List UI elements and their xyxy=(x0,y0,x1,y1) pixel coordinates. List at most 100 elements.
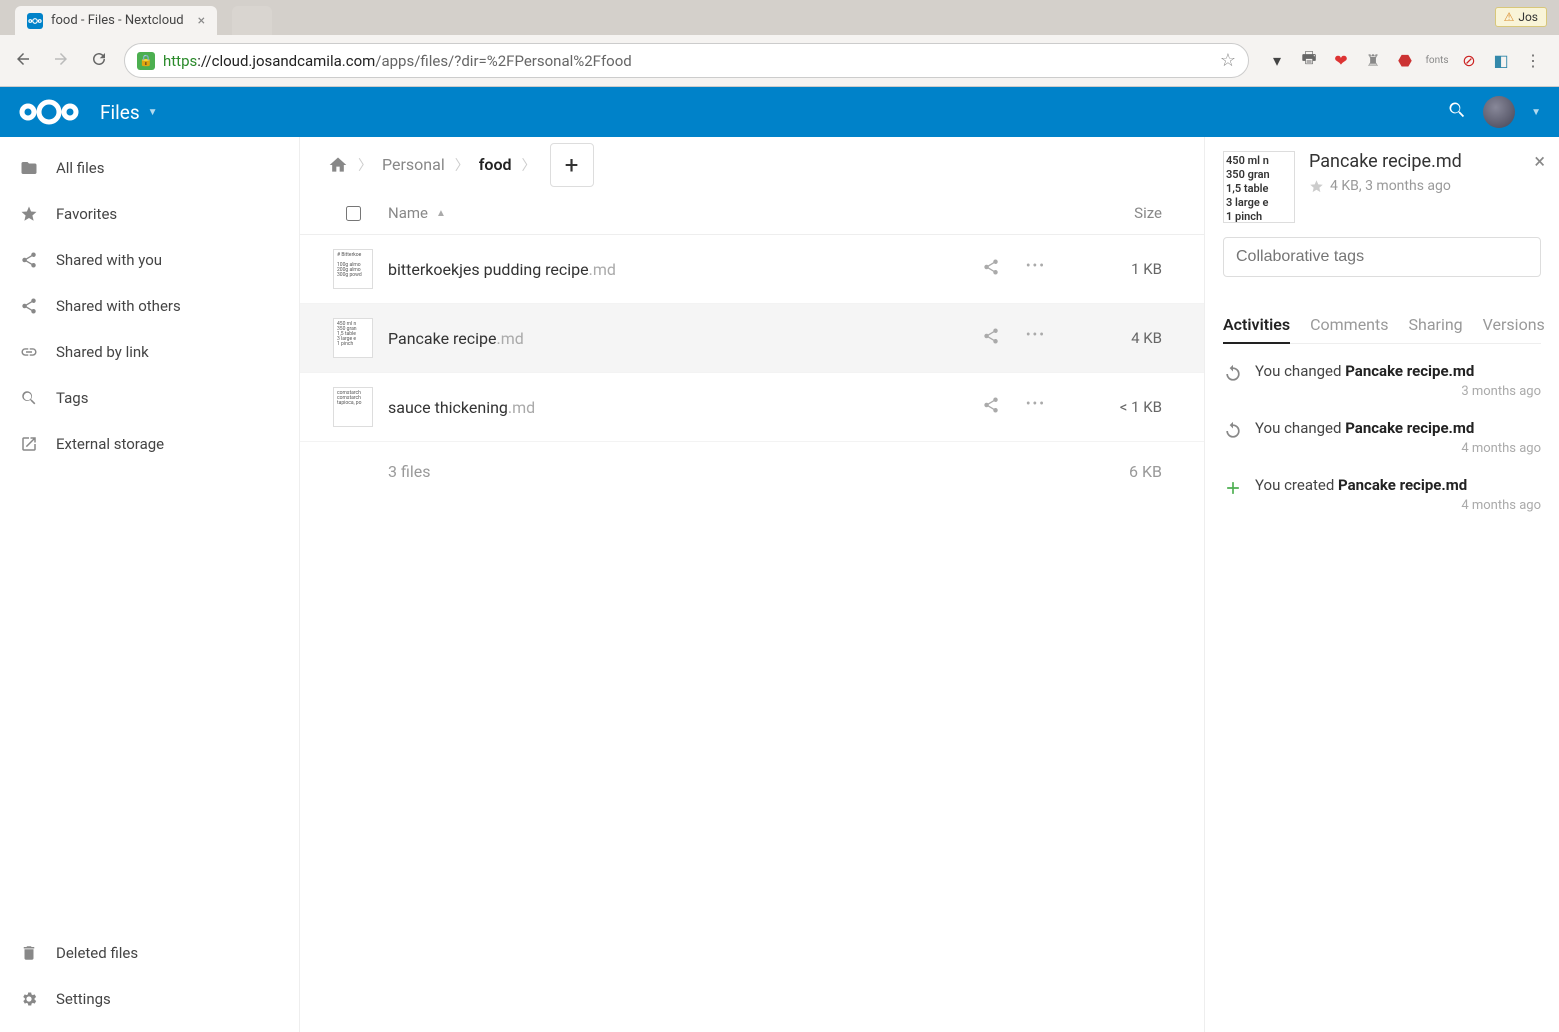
activity-item: You changed Pancake recipe.md3 months ag… xyxy=(1223,362,1541,399)
printer-extension-icon[interactable]: 🖶 xyxy=(1299,51,1319,71)
tab-close-icon[interactable]: × xyxy=(198,13,205,29)
details-sidebar: × 450 ml n 350 gran 1,5 table 3 large e … xyxy=(1204,137,1559,1032)
file-name: sauce thickening.md xyxy=(388,398,982,417)
nav-label: External storage xyxy=(56,435,164,453)
content-area: 〉 Personal 〉 food 〉 + Name ▲ Size # Bitt… xyxy=(300,137,1559,1032)
star-outline-icon[interactable] xyxy=(1309,179,1324,194)
nav-shared-by-link[interactable]: Shared by link xyxy=(0,329,299,375)
breadcrumb-separator-icon: 〉 xyxy=(358,155,372,175)
nav-deleted-files[interactable]: Deleted files xyxy=(0,930,299,976)
tags-input[interactable] xyxy=(1223,237,1541,277)
url-text: https://cloud.josandcamila.com/apps/file… xyxy=(163,52,1212,70)
nav-list: All files Favorites Shared with you Shar… xyxy=(0,137,299,930)
nextcloud-logo-icon[interactable] xyxy=(18,97,80,127)
summary-file-count: 3 files xyxy=(318,462,1066,481)
activity-text: You changed Pancake recipe.md xyxy=(1255,419,1541,437)
forward-button[interactable] xyxy=(48,46,74,76)
lock-icon: 🔒 xyxy=(137,52,155,70)
select-all-checkbox[interactable] xyxy=(318,206,388,221)
browser-tab[interactable]: food - Files - Nextcloud × xyxy=(15,6,217,35)
breadcrumbs: 〉 Personal 〉 food 〉 + xyxy=(300,137,1204,192)
chrome-menu-icon[interactable]: ⋮ xyxy=(1523,51,1543,71)
details-tabs: Activities Comments Sharing Versions xyxy=(1223,307,1541,344)
nav-tags[interactable]: Tags xyxy=(0,375,299,421)
column-size[interactable]: Size xyxy=(1066,204,1186,222)
warning-icon: ⚠ xyxy=(1504,10,1515,24)
file-list-summary: 3 files 6 KB xyxy=(300,442,1204,501)
nav-label: Shared with you xyxy=(56,251,162,269)
navigation-sidebar: All files Favorites Shared with you Shar… xyxy=(0,137,300,1032)
file-size: 1 KB xyxy=(1066,260,1186,278)
heart-extension-icon[interactable]: ❤ xyxy=(1331,51,1351,71)
trash-icon xyxy=(20,944,38,962)
new-tab-button[interactable] xyxy=(232,6,272,35)
nav-favorites[interactable]: Favorites xyxy=(0,191,299,237)
bookmark-star-icon[interactable]: ☆ xyxy=(1220,50,1236,71)
more-actions-icon[interactable]: ••• xyxy=(1026,258,1046,280)
address-bar[interactable]: 🔒 https://cloud.josandcamila.com/apps/fi… xyxy=(124,43,1249,78)
file-row[interactable]: 450 ml n 350 gran 1,5 table 3 large e 1 … xyxy=(300,304,1204,373)
nav-external-storage[interactable]: External storage xyxy=(0,421,299,467)
app-name-menu[interactable]: Files ▼ xyxy=(100,101,158,124)
nav-label: All files xyxy=(56,159,104,177)
tab-comments[interactable]: Comments xyxy=(1310,307,1388,343)
app-body: All files Favorites Shared with you Shar… xyxy=(0,137,1559,1032)
reload-button[interactable] xyxy=(86,46,112,76)
dropdown-triangle-icon: ▼ xyxy=(148,107,158,118)
user-avatar[interactable] xyxy=(1483,96,1515,128)
nav-shared-with-you[interactable]: Shared with you xyxy=(0,237,299,283)
file-thumbnail: # Bitterkoe 100g almo 200g almo 300g pow… xyxy=(318,249,388,289)
file-row[interactable]: cornstarch cornstarch tapioca, posauce t… xyxy=(300,373,1204,442)
tab-title: food - Files - Nextcloud xyxy=(51,13,184,28)
column-name[interactable]: Name ▲ xyxy=(388,204,1066,222)
pocket-extension-icon[interactable]: ▾ xyxy=(1267,51,1287,71)
search-icon xyxy=(20,389,38,407)
user-menu-triangle-icon[interactable]: ▼ xyxy=(1531,107,1541,118)
more-actions-icon[interactable]: ••• xyxy=(1026,327,1046,349)
nav-bottom: Deleted files Settings xyxy=(0,930,299,1032)
nav-label: Tags xyxy=(56,389,88,407)
nav-label: Settings xyxy=(56,990,111,1008)
ublock-extension-icon[interactable]: ⬣ xyxy=(1395,51,1415,71)
share-icon[interactable] xyxy=(982,396,1000,418)
share-icon[interactable] xyxy=(982,258,1000,280)
share-icon xyxy=(20,297,38,315)
details-meta: 4 KB, 3 months ago xyxy=(1309,178,1462,194)
breadcrumb-food[interactable]: food xyxy=(469,147,522,182)
add-new-button[interactable]: + xyxy=(550,143,594,187)
activity-time: 3 months ago xyxy=(1255,384,1541,399)
share-icon xyxy=(20,251,38,269)
profile-badge[interactable]: ⚠ Jos xyxy=(1495,7,1547,27)
browser-chrome: food - Files - Nextcloud × ⚠ Jos 🔒 https… xyxy=(0,0,1559,87)
file-size: < 1 KB xyxy=(1066,398,1186,416)
file-thumbnail: 450 ml n 350 gran 1,5 table 3 large e 1 … xyxy=(318,318,388,358)
blocker-extension-icon[interactable]: ⊘ xyxy=(1459,51,1479,71)
close-details-icon[interactable]: × xyxy=(1534,149,1545,173)
nav-settings[interactable]: Settings xyxy=(0,976,299,1022)
screenshot-extension-icon[interactable]: ◧ xyxy=(1491,51,1511,71)
back-button[interactable] xyxy=(10,46,36,76)
breadcrumb-home[interactable] xyxy=(318,147,358,183)
search-icon[interactable] xyxy=(1447,100,1467,125)
nav-shared-with-others[interactable]: Shared with others xyxy=(0,283,299,329)
gear-icon xyxy=(20,990,38,1008)
tab-sharing[interactable]: Sharing xyxy=(1409,307,1463,343)
activity-time: 4 months ago xyxy=(1255,498,1541,513)
column-name-label: Name xyxy=(388,204,428,222)
nav-all-files[interactable]: All files xyxy=(0,145,299,191)
file-name: Pancake recipe.md xyxy=(388,329,982,348)
activity-text: You created Pancake recipe.md xyxy=(1255,476,1541,494)
fonts-extension-icon[interactable]: fonts xyxy=(1427,51,1447,71)
file-row[interactable]: # Bitterkoe 100g almo 200g almo 300g pow… xyxy=(300,235,1204,304)
castle-extension-icon[interactable]: ♜ xyxy=(1363,51,1383,71)
breadcrumb-personal[interactable]: Personal xyxy=(372,147,455,182)
file-name: bitterkoekjes pudding recipe.md xyxy=(388,260,982,279)
more-actions-icon[interactable]: ••• xyxy=(1026,396,1046,418)
file-thumbnail: cornstarch cornstarch tapioca, po xyxy=(318,387,388,427)
activity-item: You created Pancake recipe.md 4 months ag… xyxy=(1223,476,1541,513)
tab-versions[interactable]: Versions xyxy=(1483,307,1545,343)
share-icon[interactable] xyxy=(982,327,1000,349)
activity-time: 4 months ago xyxy=(1255,441,1541,456)
tab-activities[interactable]: Activities xyxy=(1223,307,1290,344)
folder-icon xyxy=(20,159,38,177)
